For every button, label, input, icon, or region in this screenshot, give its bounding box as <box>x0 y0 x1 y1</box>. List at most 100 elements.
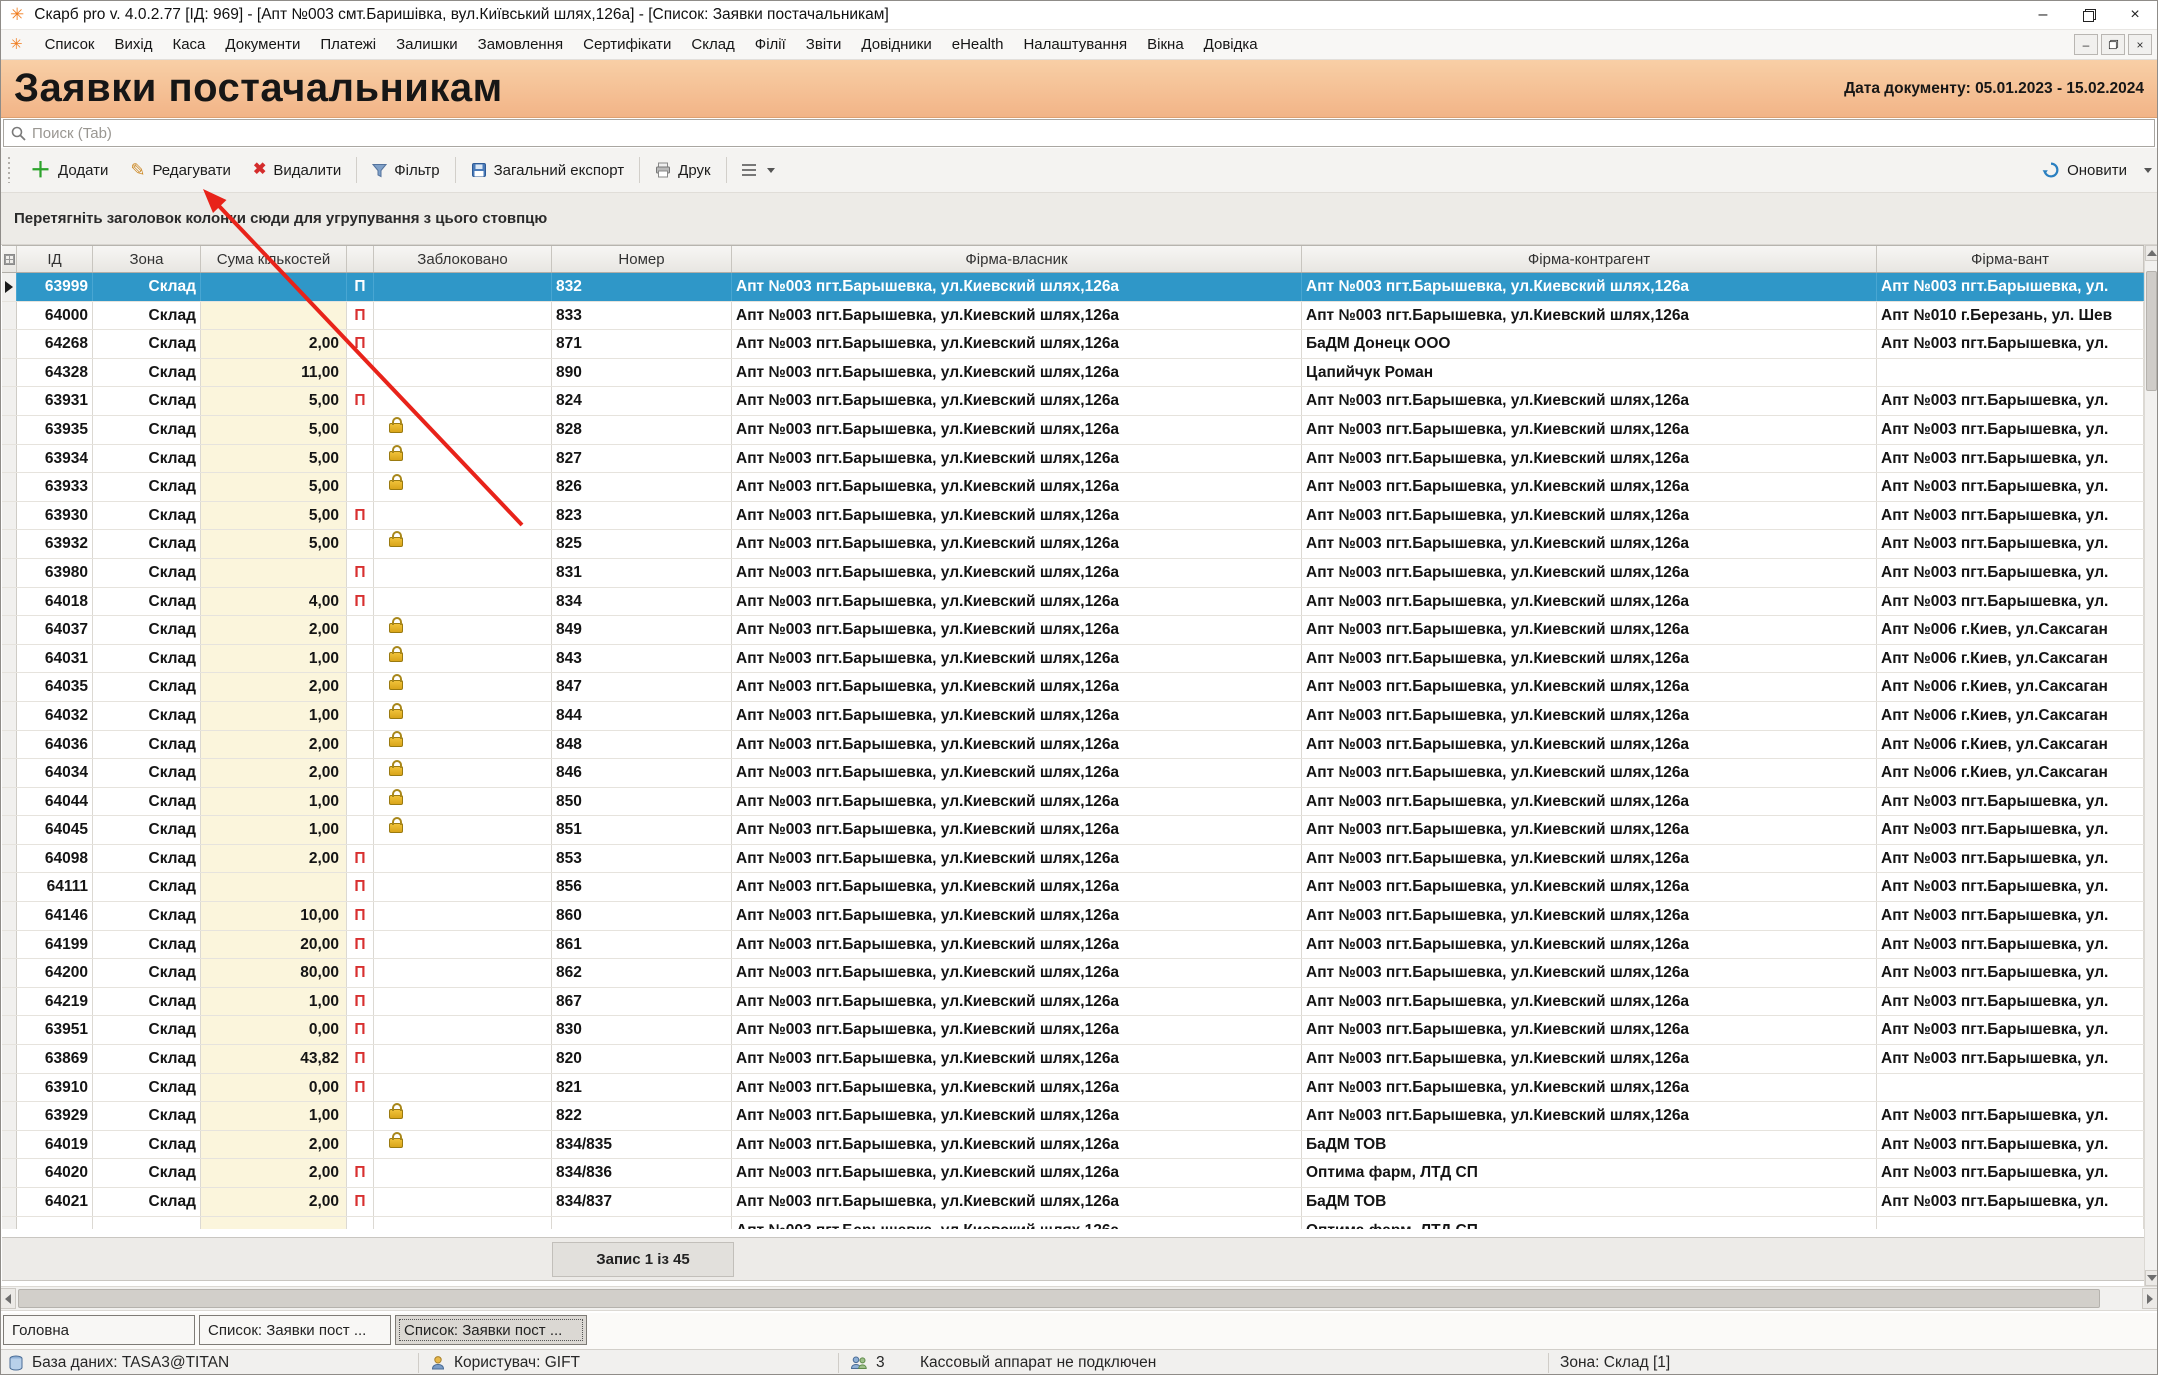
close-button[interactable]: × <box>2112 0 2158 30</box>
table-row[interactable]: 64199Склад20,00П861Апт №003 пгт.Барышевк… <box>2 931 2144 960</box>
menu-item-3[interactable]: Каса <box>162 36 215 53</box>
table-row[interactable]: 64219Склад1,00П867Апт №003 пгт.Барышевка… <box>2 988 2144 1017</box>
table-row[interactable]: 64328Склад11,00890Апт №003 пгт.Барышевка… <box>2 359 2144 388</box>
table-row[interactable]: 64019Склад2,00834/835Апт №003 пгт.Барыше… <box>2 1131 2144 1160</box>
tab-list-1[interactable]: Список: Заявки пост ... <box>199 1315 391 1345</box>
table-row[interactable]: 64146Склад10,00П860Апт №003 пгт.Барышевк… <box>2 902 2144 931</box>
toolbar-grip[interactable] <box>7 157 11 183</box>
menu-item-7[interactable]: Замовлення <box>468 36 573 53</box>
cell-p: П <box>347 959 374 987</box>
table-row[interactable]: 64018Склад4,00П834Апт №003 пгт.Барышевка… <box>2 588 2144 617</box>
column-header-consignee[interactable]: Фірма-вант <box>1877 246 2144 272</box>
tab-home[interactable]: Головна <box>3 1315 195 1345</box>
table-row[interactable]: 63930Склад5,00П823Апт №003 пгт.Барышевка… <box>2 502 2144 531</box>
menu-item-10[interactable]: Філії <box>745 36 796 53</box>
vertical-scroll-thumb[interactable] <box>2146 271 2157 391</box>
vertical-scrollbar[interactable] <box>2144 245 2158 1286</box>
minimize-button[interactable]: – <box>2020 0 2066 30</box>
column-header-owner[interactable]: Фірма-власник <box>732 246 1302 272</box>
column-header-zone[interactable]: Зона <box>93 246 201 272</box>
table-row[interactable]: 63910Склад0,00П821Апт №003 пгт.Барышевка… <box>2 1074 2144 1103</box>
table-row[interactable]: 64036Склад2,00848Апт №003 пгт.Барышевка,… <box>2 731 2144 760</box>
table-row[interactable]: 63932Склад5,00825Апт №003 пгт.Барышевка,… <box>2 530 2144 559</box>
add-button[interactable]: ＋ Додати <box>19 152 119 188</box>
cell-contragent: Апт №003 пгт.Барышевка, ул.Киевский шлях… <box>1302 873 1877 901</box>
menu-item-4[interactable]: Документи <box>215 36 310 53</box>
menu-item-9[interactable]: Склад <box>681 36 744 53</box>
table-row[interactable]: 64045Склад1,00851Апт №003 пгт.Барышевка,… <box>2 816 2144 845</box>
table-row[interactable]: 63931Склад5,00П824Апт №003 пгт.Барышевка… <box>2 387 2144 416</box>
scroll-down-button[interactable] <box>2145 1270 2158 1286</box>
table-row[interactable]: 64020Склад2,00П834/836Апт №003 пгт.Барыш… <box>2 1159 2144 1188</box>
table-row[interactable]: 64037Склад2,00849Апт №003 пгт.Барышевка,… <box>2 616 2144 645</box>
column-chooser-button[interactable] <box>731 152 786 188</box>
table-row[interactable]: 63929Склад1,00822Апт №003 пгт.Барышевка,… <box>2 1102 2144 1131</box>
menu-item-14[interactable]: Налаштування <box>1013 36 1137 53</box>
table-row[interactable]: Апт №003 пгт.Барышевка, ул.Киевский шлях… <box>2 1217 2144 1229</box>
table-row[interactable]: 64031Склад1,00843Апт №003 пгт.Барышевка,… <box>2 645 2144 674</box>
restore-button[interactable] <box>2066 0 2112 30</box>
mdi-minimize-button[interactable]: – <box>2074 34 2098 55</box>
column-header-contragent[interactable]: Фірма-контрагент <box>1302 246 1877 272</box>
scroll-left-button[interactable] <box>0 1288 16 1309</box>
mdi-close-button[interactable]: × <box>2128 34 2152 55</box>
column-header-number[interactable]: Номер <box>552 246 732 272</box>
mdi-restore-button[interactable] <box>2101 34 2125 55</box>
table-row[interactable]: 64035Склад2,00847Апт №003 пгт.Барышевка,… <box>2 673 2144 702</box>
cell-contragent: Апт №003 пгт.Барышевка, ул.Киевский шлях… <box>1302 416 1877 444</box>
column-header-qty[interactable]: Сума кількостей <box>201 246 347 272</box>
table-row[interactable]: 64044Склад1,00850Апт №003 пгт.Барышевка,… <box>2 788 2144 817</box>
menu-item-11[interactable]: Звіти <box>796 36 852 53</box>
cell-consignee: Апт №006 г.Киев, ул.Саксаган <box>1877 645 2144 673</box>
menu-item-1[interactable]: Список <box>35 36 105 53</box>
filter-button[interactable]: Фільтр <box>361 152 450 188</box>
cell-p <box>347 445 374 473</box>
table-row[interactable]: 64021Склад2,00П834/837Апт №003 пгт.Барыш… <box>2 1188 2144 1217</box>
column-header-locked[interactable]: Заблоковано <box>374 246 552 272</box>
cell-indicator <box>2 1102 17 1130</box>
menu-item-5[interactable]: Платежі <box>310 36 386 53</box>
table-row[interactable]: 64111СкладП856Апт №003 пгт.Барышевка, ул… <box>2 873 2144 902</box>
table-row[interactable]: 64268Склад2,00П871Апт №003 пгт.Барышевка… <box>2 330 2144 359</box>
column-header-p[interactable] <box>347 246 374 272</box>
window-controls: – × <box>2020 0 2158 30</box>
table-row[interactable]: 63869Склад43,82П820Апт №003 пгт.Барышевк… <box>2 1045 2144 1074</box>
page-header: Заявки постачальникам Дата документу: 05… <box>0 60 2158 118</box>
edit-button[interactable]: ✎ Редагувати <box>119 152 242 188</box>
table-row[interactable]: 63951Склад0,00П830Апт №003 пгт.Барышевка… <box>2 1016 2144 1045</box>
table-row[interactable]: 64000СкладП833Апт №003 пгт.Барышевка, ул… <box>2 302 2144 331</box>
group-by-panel[interactable]: Перетягніть заголовок колонки сюди для у… <box>0 193 2158 245</box>
menu-item-13[interactable]: eHealth <box>942 36 1014 53</box>
cell-contragent: Апт №003 пгт.Барышевка, ул.Киевский шлях… <box>1302 1016 1877 1044</box>
scroll-up-button[interactable] <box>2145 245 2158 261</box>
export-button[interactable]: Загальний експорт <box>460 152 636 188</box>
table-row[interactable]: 63999СкладП832Апт №003 пгт.Барышевка, ул… <box>2 273 2144 302</box>
print-button[interactable]: Друк <box>644 152 721 188</box>
table-row[interactable]: 64098Склад2,00П853Апт №003 пгт.Барышевка… <box>2 845 2144 874</box>
cell-p: П <box>347 559 374 587</box>
table-row[interactable]: 64032Склад1,00844Апт №003 пгт.Барышевка,… <box>2 702 2144 731</box>
delete-button[interactable]: ✖ Видалити <box>242 152 352 188</box>
table-row[interactable]: 63935Склад5,00828Апт №003 пгт.Барышевка,… <box>2 416 2144 445</box>
horizontal-scrollbar[interactable] <box>0 1286 2158 1311</box>
table-row[interactable]: 64034Склад2,00846Апт №003 пгт.Барышевка,… <box>2 759 2144 788</box>
refresh-button[interactable]: Оновити <box>2031 152 2138 188</box>
scroll-right-button[interactable] <box>2142 1288 2158 1309</box>
menu-item-8[interactable]: Сертифікати <box>573 36 681 53</box>
column-header-id[interactable]: ІД <box>17 246 93 272</box>
search-input[interactable] <box>32 120 2150 146</box>
menu-item-15[interactable]: Вікна <box>1137 36 1194 53</box>
horizontal-scroll-thumb[interactable] <box>18 1289 2100 1308</box>
tab-list-2-active[interactable]: Список: Заявки пост ... <box>395 1315 587 1345</box>
menu-item-12[interactable]: Довідники <box>851 36 941 53</box>
table-row[interactable]: 63934Склад5,00827Апт №003 пгт.Барышевка,… <box>2 445 2144 474</box>
cell-owner: Апт №003 пгт.Барышевка, ул.Киевский шлях… <box>732 645 1302 673</box>
menu-item-2[interactable]: Вихід <box>105 36 163 53</box>
table-row[interactable]: 64200Склад80,00П862Апт №003 пгт.Барышевк… <box>2 959 2144 988</box>
cell-number: 827 <box>552 445 732 473</box>
table-row[interactable]: 63933Склад5,00826Апт №003 пгт.Барышевка,… <box>2 473 2144 502</box>
menu-item-6[interactable]: Залишки <box>386 36 468 53</box>
menu-item-16[interactable]: Довідка <box>1194 36 1268 53</box>
table-row[interactable]: 63980СкладП831Апт №003 пгт.Барышевка, ул… <box>2 559 2144 588</box>
toolbar-overflow-icon[interactable] <box>2144 168 2152 173</box>
